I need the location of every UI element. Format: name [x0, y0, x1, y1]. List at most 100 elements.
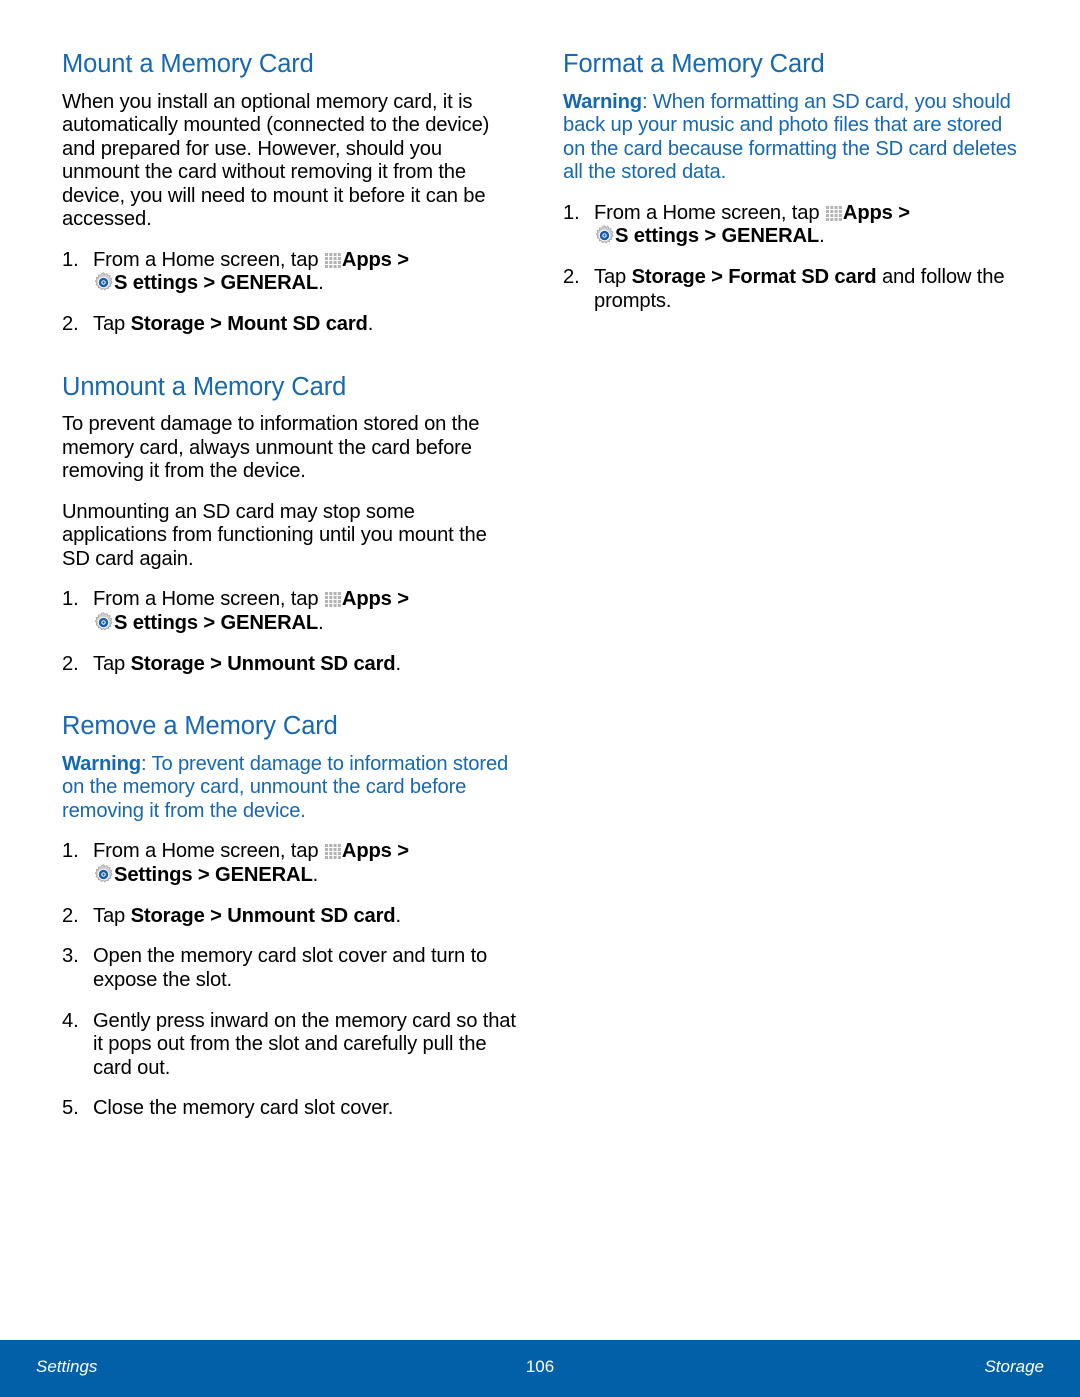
separator: >	[204, 652, 228, 675]
apps-label: Apps	[341, 840, 392, 863]
step-text: Open the memory card slot cover and turn…	[93, 945, 488, 991]
general-label: GENERAL	[215, 864, 313, 887]
step-item: 5. Close the memory card slot cover.	[62, 1097, 517, 1121]
separator: >	[204, 904, 228, 927]
period: .	[312, 864, 319, 887]
warning-format: Warning: When formatting an SD card, you…	[563, 91, 1018, 185]
period: .	[819, 225, 825, 248]
step-number: 2.	[62, 652, 79, 675]
step-text-pre: From a Home screen, tap	[93, 840, 324, 863]
general-label: GENERAL	[220, 272, 319, 295]
settings-label: S ettings	[114, 612, 198, 635]
step-text-prefix: Tap	[594, 265, 632, 288]
step-item: 4. Gently press inward on the memory card…	[62, 1010, 517, 1081]
separator-2: >	[197, 612, 221, 635]
mount-sd-card-label: Mount SD card	[227, 313, 368, 336]
step-text-pre: From a Home screen, tap	[594, 201, 825, 224]
step-text-prefix: Tap	[93, 313, 131, 336]
gear-icon	[594, 225, 615, 246]
period: .	[318, 272, 324, 295]
step-item: 2. Tap Storage > Format SD card and follo…	[563, 266, 1018, 313]
heading-remove-a-memory-card: Remove a Memory Card	[62, 712, 338, 741]
apps-label: Apps	[341, 588, 392, 611]
gear-icon	[93, 864, 114, 885]
left-column: Mount a Memory Card When you install an …	[62, 50, 517, 1121]
step-item: 2. Tap Storage > Mount SD card.	[62, 313, 517, 337]
general-label: GENERAL	[220, 612, 319, 635]
separator-1: >	[391, 840, 409, 863]
step-number: 5.	[62, 1097, 79, 1120]
footer-page-number: 106	[525, 1357, 555, 1376]
step-text: Gently press inward on the memory card s…	[93, 1009, 516, 1079]
step-number: 4.	[62, 1009, 79, 1032]
apps-grid-icon	[324, 252, 342, 268]
two-column-layout: Mount a Memory Card When you install an …	[62, 50, 1018, 1121]
step-item: 1. From a Home screen, tap Apps > Setting…	[62, 840, 517, 887]
apps-label: Apps	[341, 248, 392, 271]
unmount-sd-card-label: Unmount SD card	[227, 652, 396, 675]
storage-label: Storage	[130, 904, 205, 927]
separator-2: >	[698, 225, 722, 248]
apps-grid-icon	[324, 592, 342, 608]
storage-label: Storage	[130, 313, 205, 336]
period: .	[395, 652, 401, 675]
step-item: 1. From a Home screen, tap Apps > S ettin…	[62, 249, 517, 296]
step-number: 3.	[62, 945, 79, 968]
step-item: 3. Open the memory card slot cover and tu…	[62, 945, 517, 992]
steps-mount: 1. From a Home screen, tap Apps > S ettin…	[62, 249, 517, 337]
step-item: 2. Tap Storage > Unmount SD card.	[62, 905, 517, 929]
warning-label: Warning	[563, 90, 642, 113]
apps-grid-icon	[825, 205, 843, 221]
paragraph-mount-intro: When you install an optional memory card…	[62, 90, 490, 231]
period: .	[367, 313, 374, 336]
settings-label: S ettings	[114, 272, 198, 295]
step-item: 1. From a Home screen, tap Apps > S ettin…	[563, 202, 1018, 249]
settings-label: Settings	[114, 864, 198, 887]
footer-topic-label: Storage	[984, 1357, 1044, 1376]
step-text: Close the memory card slot cover.	[93, 1097, 394, 1120]
right-column: Format a Memory Card Warning: When forma…	[563, 50, 1018, 1121]
step-number: 1.	[563, 201, 580, 224]
gear-icon	[93, 272, 114, 293]
page-footer: Settings 106 Storage	[0, 1340, 1080, 1397]
paragraph-unmount-1: To prevent damage to information stored …	[62, 413, 480, 483]
general-label: GENERAL	[721, 225, 820, 248]
step-text-pre: From a Home screen, tap	[93, 248, 324, 271]
step-text-pre: From a Home screen, tap	[93, 588, 324, 611]
period: .	[318, 612, 324, 635]
separator-1: >	[892, 201, 910, 224]
step-text-prefix: Tap	[93, 652, 131, 675]
document-page: Mount a Memory Card When you install an …	[0, 0, 1080, 1397]
apps-label: Apps	[842, 201, 893, 224]
storage-label: Storage	[130, 652, 205, 675]
period: .	[395, 904, 401, 927]
steps-remove: 1. From a Home screen, tap Apps > Setting…	[62, 840, 517, 1121]
steps-unmount: 1. From a Home screen, tap Apps > S ettin…	[62, 588, 517, 676]
separator-2: >	[197, 864, 216, 887]
gear-icon	[93, 612, 114, 633]
apps-grid-icon	[324, 844, 342, 860]
step-item: 2. Tap Storage > Unmount SD card.	[62, 653, 517, 677]
step-number: 2.	[62, 904, 79, 927]
step-number: 1.	[62, 248, 79, 271]
step-text-prefix: Tap	[93, 904, 131, 927]
format-sd-card-label: Format SD card	[728, 265, 877, 288]
settings-label: S ettings	[615, 225, 699, 248]
step-number: 1.	[62, 840, 79, 863]
separator: >	[204, 313, 228, 336]
step-number: 2.	[62, 313, 79, 336]
heading-unmount-a-memory-card: Unmount a Memory Card	[62, 372, 347, 401]
step-number: 2.	[563, 265, 580, 288]
heading-format-a-memory-card: Format a Memory Card	[563, 50, 825, 78]
warning-remove: Warning: To prevent damage to informatio…	[62, 753, 517, 824]
unmount-sd-card-label: Unmount SD card	[227, 904, 396, 927]
separator-1: >	[391, 588, 409, 611]
separator: >	[705, 265, 729, 288]
paragraph-unmount-2: Unmounting an SD card may stop some appl…	[62, 500, 487, 570]
warning-label: Warning	[62, 752, 141, 775]
step-number: 1.	[62, 588, 79, 611]
separator-1: >	[391, 248, 409, 271]
step-item: 1. From a Home screen, tap Apps > S ettin…	[62, 588, 517, 635]
heading-mount-a-memory-card: Mount a Memory Card	[62, 50, 314, 78]
separator-2: >	[197, 272, 221, 295]
